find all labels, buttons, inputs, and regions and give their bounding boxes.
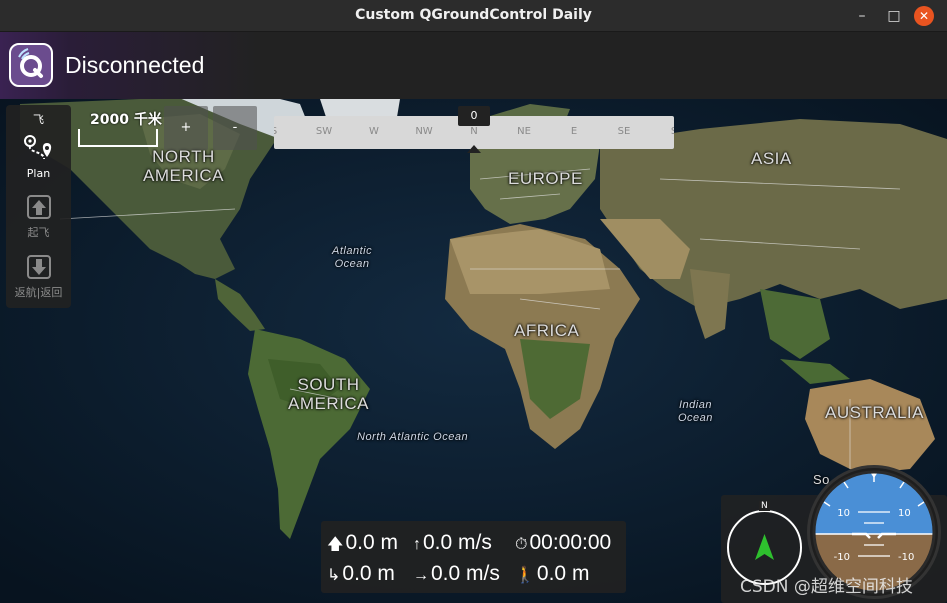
heading-value: 0	[458, 106, 490, 126]
window-titlebar: Custom QGroundControl Daily – □ ✕	[0, 0, 947, 32]
heading-dir-se: SE	[617, 126, 631, 137]
fly-label: 飞	[33, 113, 44, 126]
map-label-australia: AUSTRALIA	[825, 403, 924, 422]
close-icon[interactable]: ✕	[914, 6, 934, 26]
altitude-value: 0.0 m	[345, 531, 398, 554]
vertical-speed-icon: ↑	[413, 536, 421, 553]
heading-dir-w: W	[369, 126, 379, 137]
tool-plan[interactable]: Plan	[6, 131, 71, 180]
telemetry-altitude: 🡅0.0 m	[327, 531, 398, 560]
map-label-asia: ASIA	[751, 149, 792, 168]
altitude-icon: 🡅	[327, 536, 344, 553]
pitch-label-up-right: 10	[898, 508, 911, 519]
map-scale-bar	[78, 129, 158, 147]
walk-icon: 🚶	[515, 567, 535, 584]
app-toolbar: Disconnected	[0, 32, 947, 99]
distance-icon: ↳	[327, 567, 341, 584]
minimize-icon[interactable]: –	[852, 6, 872, 26]
telemetry-flight-time: ⏱00:00:00	[515, 531, 611, 555]
ground-speed-icon: →	[413, 567, 429, 584]
tool-takeoff[interactable]: 起飞	[6, 193, 71, 240]
qgc-logo-icon[interactable]	[9, 43, 53, 87]
pitch-label-down-right: -10	[898, 552, 914, 563]
pitch-label-up-left: 10	[837, 508, 850, 519]
distance-value: 0.0 m	[342, 562, 395, 585]
map-label-north-america: NORTH AMERICA	[143, 147, 224, 185]
tool-return[interactable]: 返航|返回	[6, 253, 71, 300]
vertical-speed-value: 0.0 m/s	[423, 531, 492, 554]
return-label: 返航|返回	[14, 286, 63, 299]
ground-speed-value: 0.0 m/s	[431, 562, 500, 585]
map-label-europe: EUROPE	[508, 169, 583, 188]
telemetry-panel[interactable]: 🡅0.0 m ↑0.0 m/s ⏱00:00:00 ↳0.0 m →0.0 m/…	[321, 521, 626, 593]
return-icon	[26, 255, 51, 279]
compass-north-label: N	[759, 501, 770, 511]
heading-dir-ne: NE	[517, 126, 531, 137]
telemetry-ground-speed: →0.0 m/s	[413, 562, 500, 586]
heading-dir-s-left: S	[274, 126, 289, 137]
heading-dir-e: E	[570, 126, 578, 137]
maximize-icon[interactable]: □	[884, 6, 904, 26]
takeoff-label: 起飞	[27, 226, 50, 239]
heading-dir-sw: SW	[315, 126, 333, 137]
zoom-in-button[interactable]: +	[164, 106, 208, 150]
heading-pointer-icon	[467, 145, 481, 153]
telemetry-home-distance: 🚶0.0 m	[515, 562, 589, 586]
heading-dir-nw: NW	[415, 126, 433, 137]
home-distance-value: 0.0 m	[536, 562, 590, 585]
telemetry-distance: ↳0.0 m	[327, 562, 395, 586]
telemetry-vertical-speed: ↑0.0 m/s	[413, 531, 492, 555]
map-label-north-atlantic-ocean: North Atlantic Ocean	[357, 431, 469, 443]
map-label-atlantic-ocean: Atlantic Ocean	[332, 245, 373, 270]
plan-label: Plan	[26, 167, 51, 180]
heading-dir-n: N	[470, 126, 478, 137]
timer-icon: ⏱	[515, 536, 528, 553]
map-label-south-america: SOUTH AMERICA	[288, 375, 369, 413]
tool-fly[interactable]: 飞	[6, 111, 71, 127]
pitch-label-down-left: -10	[834, 552, 850, 563]
map-scale-label: 2000 千米	[90, 112, 162, 128]
zoom-out-button[interactable]: -	[213, 106, 257, 150]
window-title: Custom QGroundControl Daily	[355, 7, 592, 23]
flight-time-value: 00:00:00	[529, 531, 612, 554]
map-label-africa: AFRICA	[514, 321, 580, 340]
connection-status: Disconnected	[65, 52, 205, 78]
tool-strip: 飞 Plan 起飞 返航|返回	[6, 105, 71, 308]
heading-dir-s-right: S	[670, 126, 674, 137]
watermark-text: CSDN @超维空间科技	[740, 577, 913, 597]
map-label-indian-ocean: Indian Ocean	[678, 399, 713, 424]
takeoff-icon	[26, 195, 51, 219]
plan-icon	[23, 135, 51, 160]
